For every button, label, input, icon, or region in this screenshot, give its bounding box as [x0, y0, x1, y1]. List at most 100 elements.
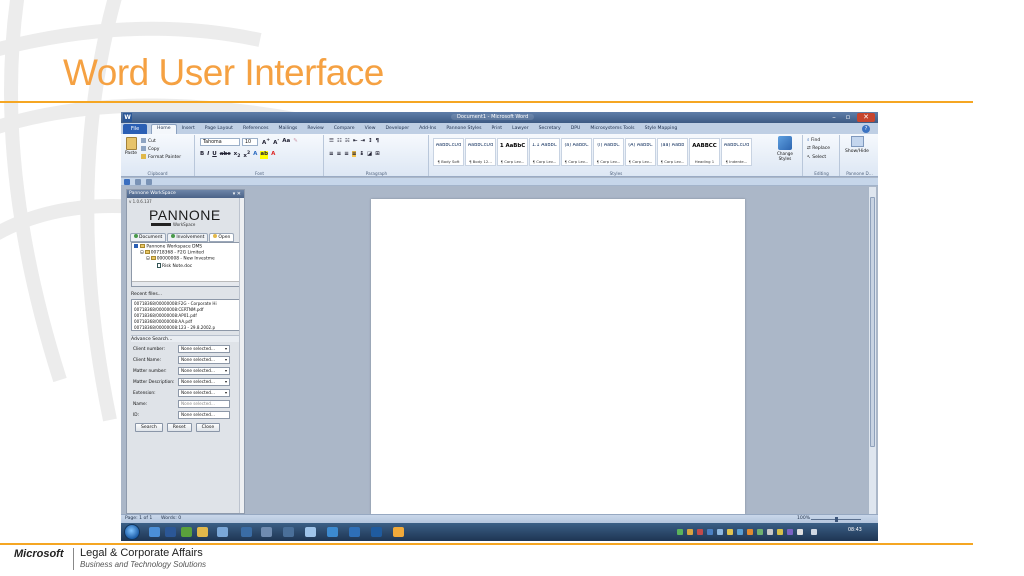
tab-print[interactable]: Print: [486, 124, 507, 134]
numbering-icon[interactable]: ☷: [337, 138, 342, 144]
search-field-select[interactable]: None selected... ▾: [178, 356, 230, 364]
tab-lawyer[interactable]: Lawyer: [507, 124, 534, 134]
line-spacing-icon[interactable]: ↨: [359, 151, 364, 157]
start-button[interactable]: [124, 524, 140, 540]
chevron-down-icon[interactable]: ▾: [225, 368, 227, 374]
tray-icon[interactable]: [677, 529, 683, 535]
recent-files-header[interactable]: Recent files...: [131, 292, 240, 297]
taskbar-app-icon[interactable]: [305, 527, 316, 537]
superscript-icon[interactable]: x2: [243, 151, 250, 159]
dms-folder-tree[interactable]: Pannone Workspace DMS ⊟ 00718368 - F2G Li…: [131, 242, 240, 287]
italic-icon[interactable]: I: [207, 151, 209, 159]
align-right-icon[interactable]: ≡: [344, 151, 349, 157]
tab-mailings[interactable]: Mailings: [274, 124, 303, 134]
bold-icon[interactable]: B: [200, 151, 204, 159]
taskbar-browser-icon[interactable]: [181, 527, 192, 537]
help-icon[interactable]: ?: [862, 125, 870, 133]
recent-file-item[interactable]: 00718368/00000008:123 - 29.8.2002.p: [134, 325, 228, 330]
tab-view[interactable]: View: [360, 124, 381, 134]
zoom-slider-thumb[interactable]: [835, 517, 838, 522]
tab-references[interactable]: References: [238, 124, 274, 134]
select-button[interactable]: ↖ Select: [807, 155, 826, 160]
word-app-icon[interactable]: W: [123, 113, 132, 122]
search-button[interactable]: Search: [135, 423, 163, 432]
style-item[interactable]: (a) AaBbC ¶ Corp Lev...: [561, 138, 592, 166]
pane-tab-open[interactable]: Open: [209, 233, 235, 242]
decrease-indent-icon[interactable]: ⇤: [353, 138, 358, 144]
pane-tab-document[interactable]: Document: [130, 233, 167, 242]
search-field-select[interactable]: None selected... ▾: [178, 378, 230, 386]
tray-icon[interactable]: [767, 529, 773, 535]
pane-close-icon[interactable]: ▾ ✕: [233, 190, 241, 198]
highlight-icon[interactable]: ab: [260, 151, 269, 160]
align-left-icon[interactable]: ≡: [329, 151, 334, 157]
tray-icon[interactable]: [727, 529, 733, 535]
taskbar-app-icon[interactable]: [217, 527, 228, 537]
tab-review[interactable]: Review: [302, 124, 328, 134]
chevron-down-icon[interactable]: ▾: [225, 357, 227, 363]
minimize-button[interactable]: –: [827, 113, 841, 122]
show-hide-button[interactable]: Show/Hide: [841, 136, 873, 166]
increase-indent-icon[interactable]: ⇥: [360, 138, 365, 144]
tab-dpu[interactable]: DPU: [566, 124, 586, 134]
taskbar-app-icon[interactable]: [327, 527, 338, 537]
maximize-button[interactable]: ▫: [841, 113, 855, 122]
tab-add-ins[interactable]: Add-Ins: [414, 124, 441, 134]
undo-icon[interactable]: [135, 179, 141, 185]
pilcrow-icon[interactable]: ¶: [376, 138, 380, 144]
taskbar-app-icon[interactable]: [393, 527, 404, 537]
reset-button[interactable]: Reset: [166, 423, 192, 432]
style-item[interactable]: AaBbCcDd ¶ Body Soft: [433, 138, 464, 166]
underline-icon[interactable]: U: [212, 151, 216, 159]
font-size-select[interactable]: 10: [242, 138, 258, 146]
tray-icon[interactable]: [777, 529, 783, 535]
taskbar-app-icon[interactable]: [241, 527, 252, 537]
scrollbar-thumb[interactable]: [870, 197, 875, 447]
bullets-icon[interactable]: ☰: [329, 138, 334, 144]
close-window-button[interactable]: ✕: [857, 113, 875, 122]
shrink-font-icon[interactable]: A-: [273, 138, 279, 146]
tab-page-layout[interactable]: Page Layout: [200, 124, 238, 134]
tab-insert[interactable]: Insert: [177, 124, 200, 134]
save-icon[interactable]: [124, 179, 130, 185]
taskbar-app-icon[interactable]: [283, 527, 294, 537]
redo-icon[interactable]: [146, 179, 152, 185]
pane-scrollbar[interactable]: [239, 198, 244, 513]
find-button[interactable]: ⌕ Find: [807, 137, 820, 143]
tab-secretary[interactable]: Secretary: [534, 124, 566, 134]
align-center-icon[interactable]: ≡: [337, 151, 342, 157]
clear-format-icon[interactable]: ✎: [293, 138, 298, 146]
taskbar-explorer-icon[interactable]: [197, 527, 208, 537]
search-field-select[interactable]: None selected... ▾: [178, 367, 230, 375]
tab-compare[interactable]: Compare: [329, 124, 360, 134]
search-field-select[interactable]: None selected... ▾: [178, 345, 230, 353]
taskbar-app-icon[interactable]: [149, 527, 160, 537]
flag-icon[interactable]: [797, 529, 803, 535]
vertical-scrollbar[interactable]: [868, 187, 876, 514]
style-item[interactable]: AaBbCcDd ¶ Indente...: [721, 138, 752, 166]
style-item[interactable]: (i) AaBbC ¶ Corp Lev...: [593, 138, 624, 166]
strikethrough-icon[interactable]: abc: [220, 151, 231, 159]
tray-icon[interactable]: [737, 529, 743, 535]
change-case-icon[interactable]: Aa: [282, 138, 290, 146]
search-field-select[interactable]: None selected... ▾: [178, 389, 230, 397]
page-count[interactable]: Page: 1 of 1: [125, 516, 152, 521]
grow-font-icon[interactable]: A+: [262, 138, 270, 146]
id-input[interactable]: None selected...: [178, 411, 230, 419]
replace-button[interactable]: ⇄ Replace: [807, 146, 830, 151]
advance-search-header[interactable]: Advance Search...: [131, 335, 240, 342]
tray-icon[interactable]: [717, 529, 723, 535]
tree-horizontal-scrollbar[interactable]: [132, 281, 239, 286]
justify-icon[interactable]: ≡: [351, 151, 357, 157]
tab-pannone-styles[interactable]: Pannone Styles: [441, 124, 486, 134]
chevron-down-icon[interactable]: ▾: [225, 379, 227, 385]
tray-icon[interactable]: [697, 529, 703, 535]
cut-button[interactable]: Cut: [141, 138, 156, 144]
tab-developer[interactable]: Developer: [380, 124, 414, 134]
tray-icon[interactable]: [687, 529, 693, 535]
tray-icon[interactable]: [787, 529, 793, 535]
paste-button[interactable]: Paste: [123, 137, 139, 165]
subscript-icon[interactable]: x2: [234, 151, 241, 159]
word-count[interactable]: Words: 0: [161, 516, 181, 521]
style-item[interactable]: 1 AaBbC ¶ Corp Lev...: [497, 138, 528, 166]
